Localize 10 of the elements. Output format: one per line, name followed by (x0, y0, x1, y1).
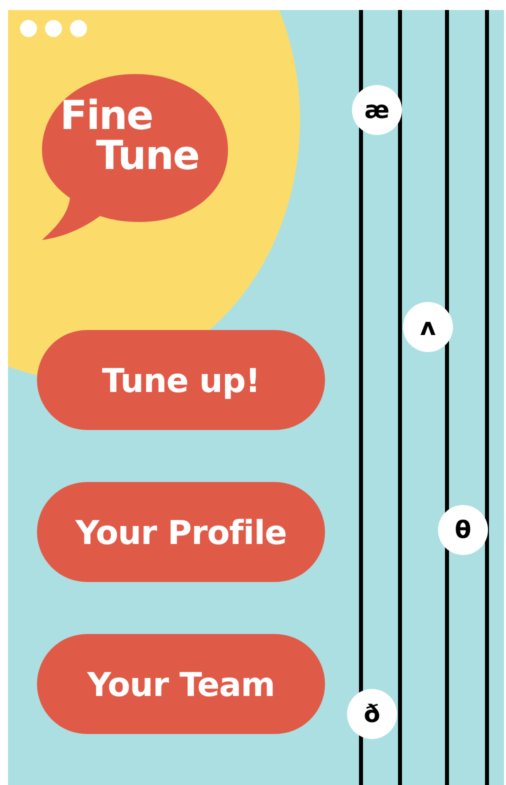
menu-button[interactable]: Your Team (37, 634, 325, 734)
phoneme-marker[interactable]: æ (352, 85, 402, 135)
phoneme-marker[interactable]: θ (438, 505, 488, 555)
window-dots-icon (20, 20, 87, 37)
app-logo-title: Fine Tune (60, 96, 199, 176)
menu-button[interactable]: Your Profile (37, 482, 325, 582)
phoneme-marker[interactable]: ð (347, 689, 397, 739)
phoneme-marker[interactable]: ʌ (403, 302, 453, 352)
speech-bubble-icon (40, 72, 230, 242)
menu-button[interactable]: Tune up! (37, 330, 325, 430)
